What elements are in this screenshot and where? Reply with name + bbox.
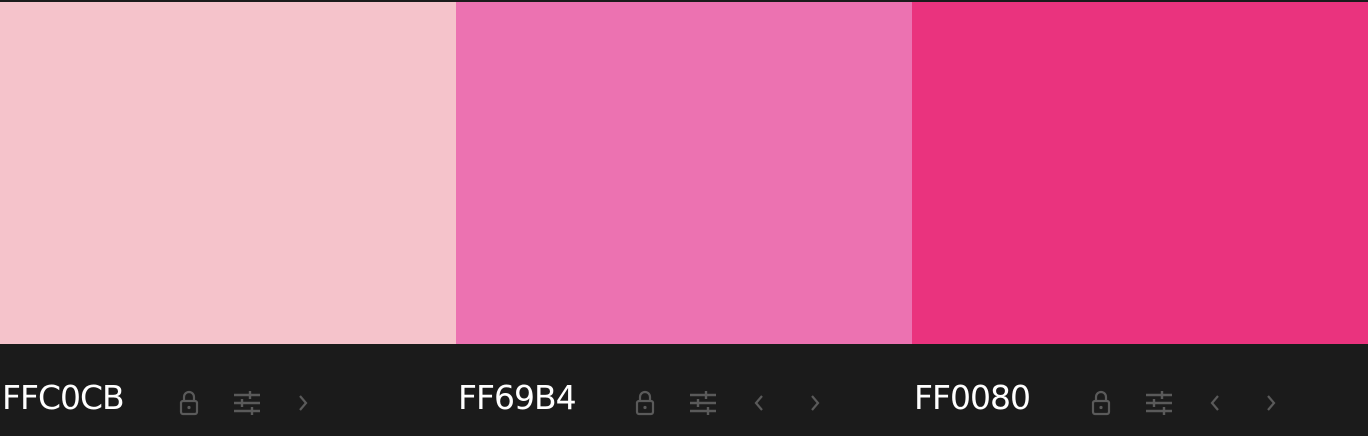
adjust-button-3[interactable]	[1144, 388, 1174, 418]
lock-button-1[interactable]	[174, 388, 204, 418]
color-swatch-2[interactable]	[456, 2, 912, 344]
color-column-1: FFC0CB	[0, 2, 456, 436]
move-right-button-2[interactable]	[800, 388, 830, 418]
hex-code-1[interactable]: FFC0CB	[2, 381, 125, 414]
sliders-icon	[233, 391, 261, 415]
lock-icon	[1090, 390, 1112, 416]
color-column-2: FF69B4	[456, 2, 912, 436]
sliders-icon	[1145, 391, 1173, 415]
lock-button-3[interactable]	[1086, 388, 1116, 418]
hex-code-2[interactable]: FF69B4	[458, 381, 577, 414]
color-controls-1: FFC0CB	[0, 344, 456, 436]
adjust-button-1[interactable]	[232, 388, 262, 418]
hex-code-3[interactable]: FF0080	[914, 381, 1031, 414]
lock-icon	[178, 390, 200, 416]
lock-button-2[interactable]	[630, 388, 660, 418]
chevron-right-icon	[1265, 394, 1277, 412]
move-right-button-3[interactable]	[1256, 388, 1286, 418]
palette: FFC0CB FF69B4 FF0080	[0, 0, 1368, 436]
chevron-left-icon	[753, 394, 765, 412]
move-right-button-1[interactable]	[288, 388, 318, 418]
color-controls-3: FF0080	[912, 344, 1368, 436]
move-left-button-3[interactable]	[1200, 388, 1230, 418]
adjust-button-2[interactable]	[688, 388, 718, 418]
chevron-left-icon	[1209, 394, 1221, 412]
chevron-right-icon	[809, 394, 821, 412]
color-column-3: FF0080	[912, 2, 1368, 436]
color-controls-2: FF69B4	[456, 344, 912, 436]
move-left-button-2[interactable]	[744, 388, 774, 418]
color-swatch-3[interactable]	[912, 2, 1368, 344]
chevron-right-icon	[297, 394, 309, 412]
lock-icon	[634, 390, 656, 416]
color-swatch-1[interactable]	[0, 2, 456, 344]
sliders-icon	[689, 391, 717, 415]
